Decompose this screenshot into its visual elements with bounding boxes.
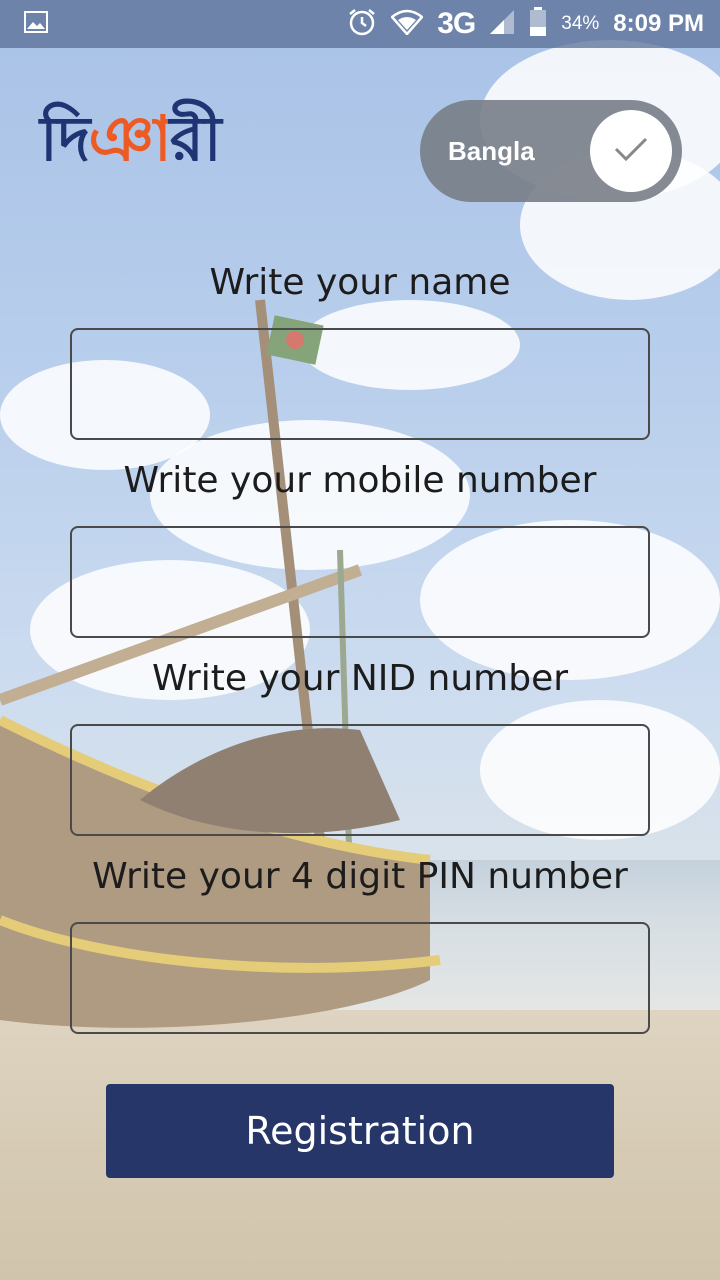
nid-label: Write your NID number <box>151 658 569 699</box>
battery-icon <box>529 6 547 42</box>
language-toggle-knob[interactable] <box>590 110 672 192</box>
image-icon <box>24 11 48 37</box>
mobile-label: Write your mobile number <box>123 460 597 501</box>
nid-input[interactable] <box>70 724 650 836</box>
logo-text-1: দি <box>40 102 90 175</box>
network-type: 3G <box>437 7 476 40</box>
mobile-input[interactable] <box>70 526 650 638</box>
status-bar: 3G 34% 8:09 PM <box>0 0 720 48</box>
clock: 8:09 PM <box>613 10 704 37</box>
registration-button[interactable]: Registration <box>106 1084 614 1178</box>
logo-text-2: ারী <box>169 102 222 175</box>
name-label: Write your name <box>209 262 511 303</box>
language-toggle-label: Bangla <box>448 135 535 166</box>
alarm-icon <box>347 7 377 42</box>
name-input[interactable] <box>70 328 650 440</box>
signal-icon <box>489 9 515 40</box>
wifi-icon <box>390 9 425 40</box>
language-toggle[interactable]: Bangla <box>420 100 682 202</box>
check-icon <box>614 136 648 166</box>
pin-input[interactable] <box>70 922 650 1034</box>
app-logo: দিঞারী <box>40 108 222 170</box>
logo-binoculars: ঞ <box>88 102 171 175</box>
pin-label: Write your 4 digit PIN number <box>92 856 628 897</box>
battery-percent: 34% <box>561 13 600 34</box>
